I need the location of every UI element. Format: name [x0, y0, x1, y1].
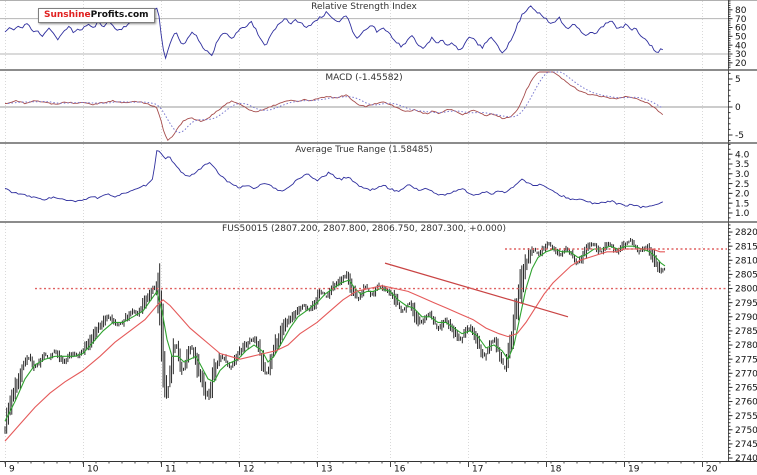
- y-axis-tick-label: 2805: [735, 271, 757, 281]
- y-axis-tick-label: 2790: [735, 313, 757, 323]
- y-axis-tick-label: 2810: [735, 256, 757, 266]
- y-axis-tick-label: 2755: [735, 412, 757, 422]
- downtrend-line: [385, 263, 568, 317]
- y-axis-tick-label: 2785: [735, 327, 757, 337]
- x-axis-day-label: 13: [321, 465, 332, 475]
- y-axis-tick-label: 20: [735, 59, 747, 69]
- brand-logo-profits: Profits.com: [91, 10, 149, 20]
- ma-fast-line: [5, 246, 665, 421]
- price-bars: [5, 238, 665, 434]
- y-axis-tick-label: 5: [735, 75, 741, 85]
- trading-chart: 8070605040302050-54.03.53.02.52.01.51.02…: [0, 0, 757, 475]
- y-axis-tick-label: 2740: [735, 454, 757, 464]
- y-axis-tick-label: 2.0: [735, 190, 750, 200]
- brand-logo[interactable]: SunshineProfits.com: [38, 8, 155, 23]
- y-axis-tick-label: 2750: [735, 426, 757, 436]
- y-axis-tick-label: 3.0: [735, 170, 750, 180]
- x-axis-day-label: 10: [87, 465, 99, 475]
- x-axis-day-label: 18: [550, 465, 562, 475]
- x-axis-day-label: 9: [9, 465, 15, 475]
- y-axis-tick-label: 2.5: [735, 180, 749, 190]
- y-axis-tick-label: 2815: [735, 242, 757, 252]
- y-axis-tick-label: 3.5: [735, 160, 749, 170]
- x-axis-day-label: 16: [394, 465, 406, 475]
- y-axis-tick-label: 2760: [735, 398, 757, 408]
- y-axis-tick-label: 2775: [735, 355, 757, 365]
- x-axis-day-label: 12: [243, 465, 254, 475]
- x-axis-day-label: 20: [706, 465, 718, 475]
- y-axis-tick-label: 2795: [735, 299, 757, 309]
- y-axis-tick-label: 2765: [735, 384, 757, 394]
- y-axis-tick-label: -5: [735, 131, 744, 141]
- atr-line: [5, 151, 663, 208]
- macd-line: [5, 72, 663, 140]
- x-axis-day-label: 19: [628, 465, 640, 475]
- y-axis-tick-label: 1.0: [735, 209, 750, 219]
- y-axis-tick-label: 1.5: [735, 199, 749, 209]
- y-axis-tick-label: 0: [735, 103, 741, 113]
- y-axis-tick-label: 4.0: [735, 150, 750, 160]
- ma-slow-line: [5, 249, 665, 441]
- y-axis-tick-label: 2780: [735, 341, 757, 351]
- brand-logo-sunshine: Sunshine: [44, 10, 91, 20]
- y-axis-tick-label: 2770: [735, 369, 757, 379]
- x-axis-day-label: 11: [165, 465, 176, 475]
- y-axis-tick-label: 2800: [735, 285, 757, 295]
- y-axis-tick-label: 2745: [735, 440, 757, 450]
- chart-canvas[interactable]: 8070605040302050-54.03.53.02.52.01.51.02…: [0, 0, 757, 475]
- y-axis-tick-label: 2820: [735, 228, 757, 238]
- x-axis-day-label: 17: [472, 465, 483, 475]
